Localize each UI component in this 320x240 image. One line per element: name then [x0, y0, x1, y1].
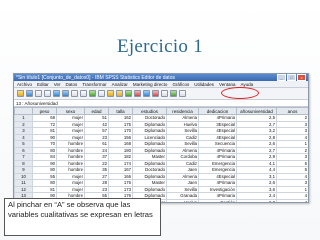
undo-icon[interactable]	[53, 90, 60, 97]
column-header[interactable]: añosuniversidad	[236, 107, 277, 115]
dialog-recall-icon[interactable]	[44, 90, 51, 97]
column-header[interactable]: edad	[84, 107, 109, 115]
spss-window: *Sin título1 [Conjunto_de_datos0] - IBM …	[13, 73, 309, 203]
open-icon[interactable]	[17, 90, 24, 97]
close-button[interactable]: ×	[297, 74, 306, 81]
table-cell[interactable]: Huelva	[166, 198, 199, 202]
variables-icon[interactable]	[89, 90, 96, 97]
show-all-icon[interactable]	[170, 90, 177, 97]
column-header[interactable]: dedicacion	[198, 107, 237, 115]
menu-archivo[interactable]: Archivo	[17, 82, 32, 87]
window-title: *Sin título1 [Conjunto_de_datos0] - IBM …	[16, 74, 175, 81]
cell-reference: 13 : Añosuniversidad	[14, 100, 308, 107]
redo-icon[interactable]	[62, 90, 69, 97]
window-controls: _ □ ×	[277, 74, 306, 81]
split-file-icon[interactable]	[125, 90, 132, 97]
menu-analizar[interactable]: Analizar	[112, 82, 128, 87]
table-cell[interactable]: Gestión	[198, 198, 237, 202]
data-grid: peso sexo edad talla estudios residencia dedic…	[14, 107, 308, 202]
highlight-circle	[221, 87, 259, 99]
menu-transformar[interactable]: Transformar	[82, 82, 106, 87]
toolbar	[14, 87, 308, 100]
use-sets-icon[interactable]	[161, 90, 168, 97]
column-header[interactable]	[14, 107, 33, 115]
menu-marketing-directo[interactable]: Marketing directo	[133, 82, 168, 87]
insert-cases-icon[interactable]	[107, 90, 114, 97]
menu-graficos[interactable]: Gráficos	[172, 82, 189, 87]
menu-editar[interactable]: Editar	[37, 82, 49, 87]
column-header-row: peso sexo edad talla estudios residencia dedic…	[14, 107, 308, 115]
table-cell[interactable]: 2,8	[236, 198, 277, 202]
column-header[interactable]: estudios	[132, 107, 167, 115]
callout-note: Al pinchar en “A” se observa que las var…	[4, 198, 161, 236]
select-cases-icon[interactable]	[143, 90, 150, 97]
slide-title: Ejercicio 1	[116, 36, 204, 57]
menu-ayuda[interactable]: Ayuda	[241, 82, 254, 87]
menu-ver[interactable]: Ver	[54, 82, 61, 87]
minimize-button[interactable]: _	[277, 74, 286, 81]
save-icon[interactable]	[26, 90, 33, 97]
insert-variable-icon[interactable]	[116, 90, 123, 97]
column-header[interactable]: sexo	[56, 107, 85, 115]
window-titlebar: *Sin título1 [Conjunto_de_datos0] - IBM …	[14, 74, 308, 81]
print-icon[interactable]	[35, 90, 42, 97]
value-labels-icon[interactable]	[152, 90, 159, 97]
column-header[interactable]: anos	[276, 107, 308, 115]
grid-body: 1 68 mujer 51 162 Doctorado Almeria 4Primaria 2,…	[14, 114, 308, 202]
column-header[interactable]: residencia	[166, 107, 199, 115]
column-header[interactable]: peso	[32, 107, 57, 115]
column-header[interactable]: talla	[108, 107, 133, 115]
find-icon[interactable]	[98, 90, 105, 97]
goto-case-icon[interactable]	[71, 90, 78, 97]
table-cell[interactable]: 4	[276, 198, 308, 202]
goto-variable-icon[interactable]	[80, 90, 87, 97]
weight-cases-icon[interactable]	[134, 90, 141, 97]
maximize-button[interactable]: □	[287, 74, 296, 81]
menu-datos[interactable]: Datos	[66, 82, 78, 87]
spell-icon[interactable]	[179, 90, 186, 97]
menu-ventana[interactable]: Ventana	[219, 82, 236, 87]
menu-bar: Archivo Editar Ver Datos Transformar Ana…	[14, 81, 308, 88]
menu-utilidades[interactable]: Utilidades	[194, 82, 214, 87]
